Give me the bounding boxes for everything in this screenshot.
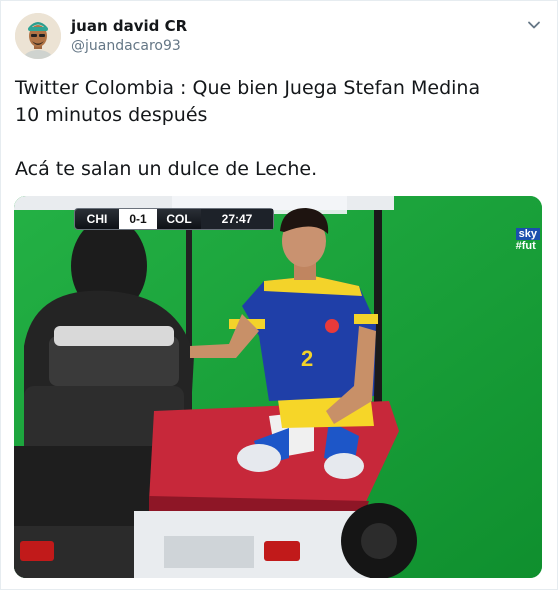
author-handle[interactable]: @juandacaro93 [71,38,181,54]
match-photo: 2 [14,196,542,578]
tweet-media[interactable]: 2 CHI 0-1 COL 27:47 sky #fut [14,196,542,578]
scorebug-clock: 27:47 [201,209,273,229]
hashtag-fragment: #fut [515,240,536,252]
author-name[interactable]: juan david CR [71,17,187,35]
tweet-text: Twitter Colombia : Que bien Juega Stefan… [15,77,481,180]
avatar-image [15,13,61,59]
scorebug-away-team: COL [166,212,192,226]
avatar[interactable] [15,13,61,59]
jersey-number: 2 [301,346,313,371]
broadcaster-logo: sky #fut [515,228,540,252]
broadcaster-name: sky [515,228,540,240]
chevron-down-icon[interactable] [527,17,541,31]
scorebug-home-team: CHI [86,212,108,226]
scorebug: CHI 0-1 COL 27:47 [74,208,274,230]
tweet-card: juan david CR @juandacaro93 Twitter Colo… [0,0,558,590]
scorebug-score: 0-1 [119,209,157,229]
